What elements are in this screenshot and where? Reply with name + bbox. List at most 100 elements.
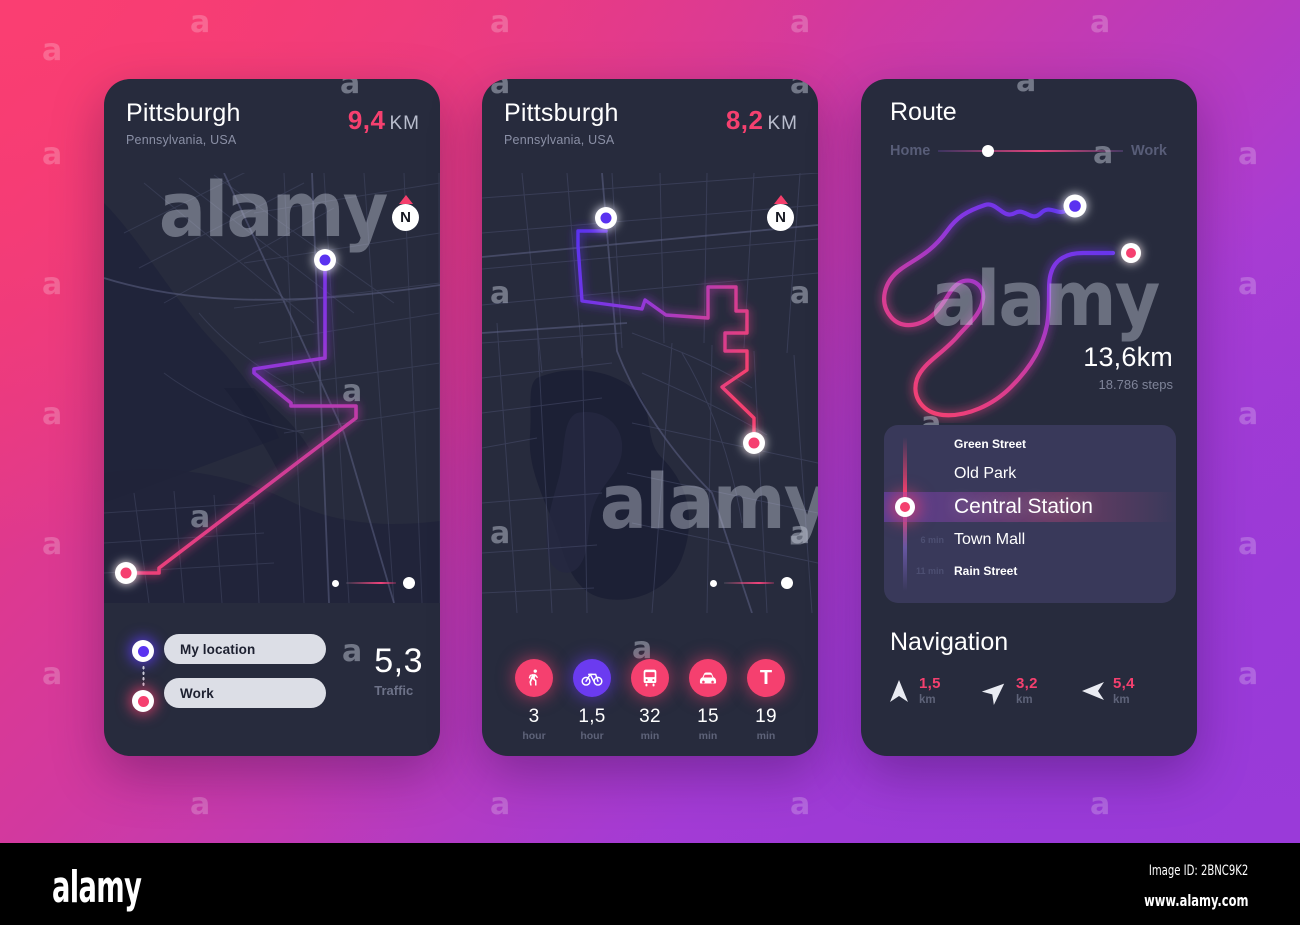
list-item[interactable]: Green Street: [884, 437, 1176, 451]
transport-mode-row: 3 hour 1,5 hour 32 min 15 min T 19 min: [482, 659, 818, 742]
trip-distance-value: 8,2: [725, 105, 764, 135]
poster-background: a a a a a a a a a a a a a a a a a a a Pi…: [0, 0, 1300, 843]
nav-step-distance: 5,4: [1113, 675, 1135, 692]
station-name: Green Street: [954, 437, 1027, 451]
transport-mode-walking[interactable]: 3 hour: [515, 659, 553, 742]
station-name: Central Station: [954, 495, 1093, 518]
nav-step-unit: km: [919, 694, 936, 706]
trip-distance: 8,2 KM: [726, 105, 798, 136]
slider-handle[interactable]: [982, 145, 995, 157]
arrow-left-turn-icon: [1078, 676, 1108, 706]
watermark-letter: a: [490, 787, 511, 822]
phone1-header: Pittsburgh Pennsylvania, USA 9,4 KM: [126, 99, 420, 147]
watermark-word: alamy: [158, 165, 388, 254]
mode-value: 1,5: [578, 706, 606, 727]
traffic-indicator: 5,3 Traffic: [374, 644, 423, 698]
map-zoom-slider[interactable]: [332, 577, 415, 589]
watermark-letter: a: [190, 5, 211, 40]
watermark-letter: a: [490, 5, 511, 40]
watermark-letter: a: [42, 267, 63, 302]
list-item[interactable]: 11 min Rain Street: [884, 564, 1176, 578]
destination-marker-icon: [132, 690, 154, 712]
trip-distance-unit: KM: [389, 113, 420, 134]
watermark-letter: a: [1090, 787, 1111, 822]
nav-step-unit: km: [1016, 694, 1033, 706]
watermark-letter: a: [340, 79, 361, 101]
alamy-url-label: www.alamy.com: [1143, 891, 1248, 910]
watermark-letter: a: [42, 657, 63, 692]
walking-icon: [515, 659, 553, 697]
route-total-distance: 13,6km: [1083, 342, 1173, 372]
mode-unit: hour: [580, 730, 604, 742]
image-id-label: Image ID: 2BNC9K2: [1148, 863, 1248, 879]
alamy-logo: alamy: [52, 862, 142, 913]
bus-icon: [631, 659, 669, 697]
nav-step-unit: km: [1113, 694, 1130, 706]
compass-north-indicator[interactable]: N: [767, 195, 794, 231]
nav-step-left-turn[interactable]: 5,4 km: [1078, 675, 1175, 706]
list-item-active[interactable]: Central Station: [884, 492, 1176, 522]
nav-step-straight[interactable]: 1,5 km: [884, 675, 981, 706]
list-item[interactable]: 6 min Town Mall: [884, 531, 1176, 549]
mode-unit: min: [756, 730, 776, 742]
zoom-out-handle[interactable]: [332, 579, 339, 587]
origin-marker-icon: [132, 640, 154, 662]
compass-north-indicator[interactable]: N: [392, 195, 419, 231]
zoom-in-handle[interactable]: [781, 577, 793, 589]
route-total-steps: 18.786 steps: [1098, 377, 1173, 392]
compass-needle-icon: [773, 195, 788, 204]
phone2-header: Pittsburgh Pennsylvania, USA 8,2 KM: [504, 99, 798, 147]
watermark-word: alamy: [930, 254, 1160, 343]
navigation-title: Navigation: [890, 628, 1009, 656]
page-title: Route: [890, 98, 957, 126]
nav-step-distance: 1,5: [919, 675, 941, 692]
watermark-letter: a: [342, 374, 363, 409]
phone-screen-transport-modes: Pittsburgh Pennsylvania, USA 8,2 KM N al…: [482, 79, 818, 756]
transport-mode-taxi[interactable]: T 19 min: [747, 659, 785, 742]
zoom-track[interactable]: [346, 581, 396, 585]
mode-value: 15: [697, 706, 719, 727]
home-work-slider[interactable]: Home Work: [890, 141, 1167, 161]
navigation-steps-row: 1,5 km 3,2 km 5,4 km: [884, 675, 1176, 706]
zoom-out-handle[interactable]: [710, 579, 717, 587]
station-name: Town Mall: [954, 531, 1026, 548]
watermark-letter: a: [790, 5, 811, 40]
watermark-letter: a: [1093, 136, 1114, 171]
transport-mode-car[interactable]: 15 min: [689, 659, 727, 742]
map-canvas-detail[interactable]: [482, 173, 818, 613]
watermark-letter: a: [42, 33, 63, 68]
map-zoom-slider[interactable]: [710, 577, 793, 589]
watermark-letter: a: [190, 500, 211, 535]
zoom-track[interactable]: [724, 581, 774, 585]
trip-distance: 9,4 KM: [348, 105, 420, 136]
nav-step-right-turn[interactable]: 3,2 km: [981, 675, 1078, 706]
station-name: Old Park: [954, 465, 1017, 482]
taxi-glyph: T: [759, 666, 773, 689]
station-list-card: Green Street Old Park Central Station 6 …: [884, 425, 1176, 603]
mode-value: 32: [639, 706, 661, 727]
transport-mode-bicycle[interactable]: 1,5 hour: [573, 659, 611, 742]
watermark-letter: a: [790, 516, 811, 551]
mode-value: 19: [755, 706, 777, 727]
alamy-footer-bar: alamy Image ID: 2BNC9K2 www.alamy.com: [0, 843, 1300, 925]
watermark-letter: a: [42, 137, 63, 172]
destination-input[interactable]: Work: [164, 678, 326, 708]
origin-input[interactable]: My location: [164, 634, 326, 664]
phone-screen-route-detail: Route Home Work 13,6km 18.786 steps alam…: [861, 79, 1197, 756]
arrow-straight-icon: [884, 676, 914, 706]
watermark-letter: a: [1238, 657, 1259, 692]
traffic-value: 5,3: [374, 642, 423, 680]
watermark-letter: a: [1090, 5, 1111, 40]
transport-mode-bus[interactable]: 32 min: [631, 659, 669, 742]
car-icon: [689, 659, 727, 697]
trip-distance-value: 9,4: [347, 105, 386, 135]
zoom-in-handle[interactable]: [403, 577, 415, 589]
list-item[interactable]: Old Park: [884, 465, 1176, 483]
taxi-t-icon: T: [747, 659, 785, 697]
endpoint-rail: [132, 640, 154, 712]
watermark-letter: a: [190, 787, 211, 822]
watermark-letter: a: [42, 527, 63, 562]
traffic-label: Traffic: [374, 683, 414, 698]
watermark-letter: a: [490, 79, 511, 101]
slider-start-label: Home: [890, 143, 931, 159]
